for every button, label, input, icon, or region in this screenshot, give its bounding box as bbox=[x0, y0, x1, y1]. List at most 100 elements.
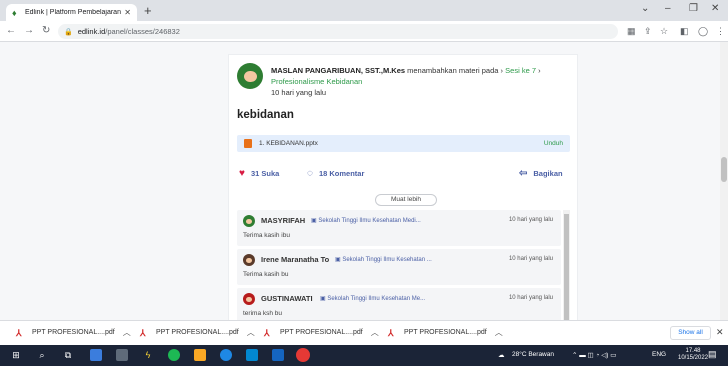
show-all-button[interactable]: Show all bbox=[670, 326, 711, 340]
forward-icon[interactable]: → bbox=[24, 25, 34, 36]
mail-icon[interactable] bbox=[246, 349, 258, 361]
tray-icons[interactable]: ⌃ ▬ ◫ ◔ ◁) ▭ bbox=[572, 351, 616, 359]
language-indicator[interactable]: ENG bbox=[652, 351, 666, 358]
clock-date: 10/15/2022 bbox=[678, 355, 709, 361]
browser-toolbar: ← → ↻ 🔒 edlink.id /panel/classes/246832 … bbox=[0, 21, 728, 42]
browser-tab[interactable]: ♦ Edlink | Platform Pembelajaran In ✕ bbox=[6, 4, 137, 21]
comment-item: Irene Maranatha To ▣ Sekolah Tinggi Ilmu… bbox=[237, 249, 561, 285]
like-button[interactable]: ♥ 31 Suka bbox=[239, 168, 279, 179]
maximize-icon[interactable]: ❐ bbox=[689, 3, 698, 14]
file-explorer-icon[interactable] bbox=[194, 349, 206, 361]
share-label: Bagikan bbox=[533, 169, 563, 178]
notification-icon[interactable]: ▤ bbox=[708, 349, 717, 360]
share-icon[interactable]: ⇪ bbox=[644, 26, 652, 37]
minimize-icon[interactable]: – bbox=[665, 3, 671, 14]
download-filename: PPT PROFESIONAL....pdf bbox=[32, 329, 115, 336]
author-avatar[interactable] bbox=[237, 63, 263, 89]
chevron-right-icon: › bbox=[500, 66, 504, 75]
task-view-icon[interactable]: ⧉ bbox=[62, 349, 74, 361]
download-filename: PPT PROFESIONAL....pdf bbox=[156, 329, 239, 336]
like-count: 31 Suka bbox=[250, 169, 280, 178]
tab-search-icon[interactable]: ⌄ bbox=[641, 3, 649, 14]
chevron-up-icon[interactable]: ︿ bbox=[123, 327, 131, 338]
edlink-favicon-icon: ♦ bbox=[12, 7, 17, 18]
commenter-name[interactable]: MASYRIFAH bbox=[261, 216, 305, 225]
commenter-name[interactable]: GUSTINAWATI bbox=[261, 294, 313, 303]
search-icon[interactable]: ⌕ bbox=[36, 349, 48, 361]
page-scrollbar-thumb[interactable] bbox=[721, 157, 727, 182]
comment-item: MASYRIFAH ▣ Sekolah Tinggi Ilmu Kesehata… bbox=[237, 210, 561, 246]
bolt-app-icon[interactable]: ϟ bbox=[142, 349, 154, 361]
pptx-file-icon bbox=[244, 139, 252, 148]
address-bar[interactable]: 🔒 edlink.id /panel/classes/246832 bbox=[58, 24, 618, 39]
comment-scrollbar-thumb[interactable] bbox=[564, 214, 569, 320]
lock-icon: 🔒 bbox=[64, 28, 73, 36]
post-time: 10 hari yang lalu bbox=[271, 88, 327, 97]
comment-item: GUSTINAWATI ▣ Sekolah Tinggi Ilmu Keseha… bbox=[237, 288, 561, 320]
comment-text: Terima kasih ibu bbox=[243, 232, 290, 239]
commenter-avatar[interactable] bbox=[243, 254, 255, 266]
download-item[interactable]: ⅄ PPT PROFESIONAL....pdf ︿ bbox=[388, 327, 503, 338]
download-item[interactable]: ⅄ PPT PROFESIONAL....pdf ︿ bbox=[264, 327, 379, 338]
action-text: menambahkan materi pada bbox=[407, 66, 499, 75]
post-header: MASLAN PANGARIBUAN, SST.,M.Kes menambahk… bbox=[271, 65, 571, 87]
attachment-name[interactable]: 1. KEBIDANAN.pptx bbox=[259, 140, 544, 147]
attachment[interactable]: 1. KEBIDANAN.pptx Unduh bbox=[237, 135, 570, 152]
weather-icon[interactable]: ☁ bbox=[498, 351, 505, 359]
back-icon[interactable]: ← bbox=[6, 25, 16, 36]
share-arrow-icon: ⇦ bbox=[519, 168, 528, 179]
session-link[interactable]: Sesi ke 7 bbox=[505, 66, 536, 75]
subject-link[interactable]: Profesionalisme Kebidanan bbox=[271, 77, 362, 86]
clock[interactable]: 17.48 10/15/2022 bbox=[678, 348, 708, 362]
commenter-avatar[interactable] bbox=[243, 215, 255, 227]
download-filename: PPT PROFESIONAL....pdf bbox=[280, 329, 363, 336]
translate-icon[interactable]: ▦ bbox=[627, 26, 636, 37]
window-close-icon[interactable]: ✕ bbox=[711, 3, 719, 14]
download-link[interactable]: Unduh bbox=[544, 140, 563, 147]
chevron-up-icon[interactable]: ︿ bbox=[247, 327, 255, 338]
download-filename: PPT PROFESIONAL....pdf bbox=[404, 329, 487, 336]
post-title: kebidanan bbox=[237, 109, 294, 121]
post-card: MASLAN PANGARIBUAN, SST.,M.Kes menambahk… bbox=[228, 54, 578, 320]
calculator-icon[interactable] bbox=[116, 349, 128, 361]
app-icon[interactable] bbox=[272, 349, 284, 361]
commenter-name[interactable]: Irene Maranatha To bbox=[261, 255, 329, 264]
comment-button[interactable]: ◌ 18 Komentar bbox=[307, 168, 364, 179]
tab-title: Edlink | Platform Pembelajaran In bbox=[25, 9, 122, 16]
app-icon[interactable] bbox=[90, 349, 102, 361]
app-icon[interactable] bbox=[220, 349, 232, 361]
chevron-right-icon: › bbox=[538, 66, 541, 75]
download-bar-close-icon[interactable]: ✕ bbox=[716, 327, 724, 338]
chevron-up-icon[interactable]: ︿ bbox=[371, 327, 379, 338]
new-tab-icon[interactable]: + bbox=[144, 4, 152, 18]
commenter-institution: ▣ Sekolah Tinggi Ilmu Kesehatan ... bbox=[335, 257, 432, 263]
pdf-file-icon: ⅄ bbox=[16, 327, 22, 338]
commenter-institution: ▣ Sekolah Tinggi Ilmu Kesehatan Me... bbox=[320, 296, 426, 302]
windows-start-icon[interactable]: ⊞ bbox=[10, 349, 22, 361]
author-name[interactable]: MASLAN PANGARIBUAN, SST.,M.Kes bbox=[271, 66, 405, 75]
download-item[interactable]: ⅄ PPT PROFESIONAL....pdf ︿ bbox=[16, 327, 131, 338]
url-path: /panel/classes/246832 bbox=[105, 27, 180, 36]
weather-text[interactable]: 28°C Berawan bbox=[512, 351, 554, 358]
windows-taskbar: ⊞ ⌕ ⧉ ϟ ☁ 28°C Berawan ⌃ ▬ ◫ ◔ ◁) ▭ ENG … bbox=[0, 345, 728, 366]
share-button[interactable]: ⇦ Bagikan bbox=[519, 168, 563, 179]
commenter-avatar[interactable] bbox=[243, 293, 255, 305]
spotify-icon[interactable] bbox=[168, 349, 180, 361]
download-bar: ⅄ PPT PROFESIONAL....pdf ︿ ⅄ PPT PROFESI… bbox=[0, 320, 728, 345]
bookmark-star-icon[interactable]: ☆ bbox=[660, 26, 668, 37]
profile-icon[interactable]: ◯ bbox=[698, 26, 708, 37]
tab-close-icon[interactable]: ✕ bbox=[124, 8, 131, 17]
chevron-up-icon[interactable]: ︿ bbox=[495, 327, 503, 338]
load-more-button[interactable]: Muat lebih bbox=[375, 194, 437, 206]
reload-icon[interactable]: ↻ bbox=[42, 25, 50, 36]
commenter-institution: ▣ Sekolah Tinggi Ilmu Kesehatan Medi... bbox=[311, 218, 421, 224]
comment-time: 10 hari yang lalu bbox=[508, 217, 553, 223]
comment-time: 10 hari yang lalu bbox=[508, 295, 553, 301]
page-scrollbar[interactable] bbox=[720, 42, 728, 320]
pdf-file-icon: ⅄ bbox=[264, 327, 270, 338]
download-item[interactable]: ⅄ PPT PROFESIONAL....pdf ︿ bbox=[140, 327, 255, 338]
chrome-icon[interactable] bbox=[296, 348, 310, 362]
side-panel-icon[interactable]: ◧ bbox=[680, 26, 689, 37]
menu-icon[interactable]: ⋮ bbox=[716, 26, 725, 37]
comment-scrollbar[interactable] bbox=[563, 210, 570, 320]
